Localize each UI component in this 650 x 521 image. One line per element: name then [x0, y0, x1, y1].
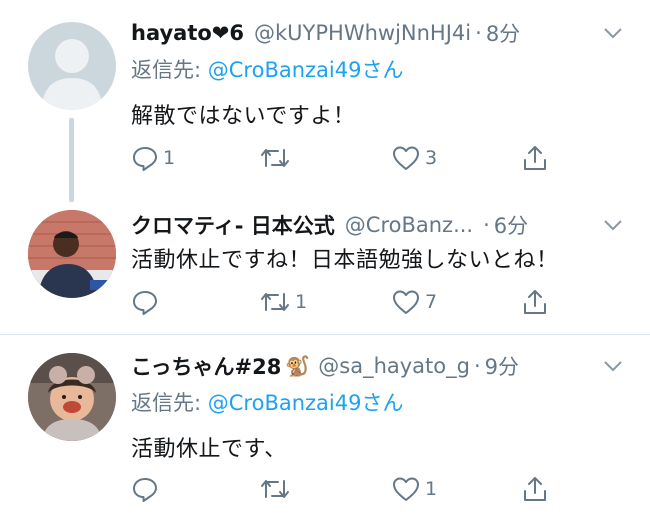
- tweet-header: hayato❤6 @kUYPHWhwjNnHJ4i · 8分: [131, 16, 630, 50]
- timestamp[interactable]: 8分: [486, 18, 520, 48]
- timestamp[interactable]: 6分: [494, 210, 528, 240]
- thread-line: [69, 118, 74, 202]
- avatar[interactable]: [28, 210, 116, 298]
- monkey-emoji-icon: 🐒: [285, 354, 311, 378]
- share-button[interactable]: [521, 142, 549, 174]
- action-bar: 1 7: [131, 286, 561, 318]
- separator-dot: ·: [475, 21, 482, 45]
- retweet-icon: [261, 480, 289, 498]
- reply-icon: [133, 147, 157, 171]
- heart-icon: [393, 290, 419, 314]
- retweet-icon: [261, 293, 289, 311]
- reply-context: 返信先: @CroBanzai49さん: [131, 387, 403, 417]
- tweet-header: こっちゃん#28 🐒 @sa_hayato_g · 9分: [131, 349, 630, 383]
- display-name[interactable]: こっちゃん#28: [131, 351, 281, 381]
- tweet-text: 活動休止ですね！日本語勉強しないとね！: [131, 248, 559, 273]
- chevron-down-icon[interactable]: [600, 212, 626, 238]
- reply-button[interactable]: 1: [131, 142, 175, 174]
- reply-context: 返信先: @CroBanzai49さん: [131, 54, 403, 84]
- reply-button[interactable]: [131, 473, 163, 505]
- like-button[interactable]: 3: [391, 142, 437, 174]
- username[interactable]: @CroBanz...: [345, 213, 473, 237]
- like-button[interactable]: 1: [391, 473, 437, 505]
- share-icon: [524, 477, 546, 501]
- username[interactable]: @kUYPHWhwjNnHJ4i: [254, 21, 471, 45]
- retweet-count: 1: [295, 291, 308, 313]
- tweet-3[interactable]: こっちゃん#28 🐒 @sa_hayato_g · 9分 返信先: @CroBa…: [0, 335, 650, 521]
- timestamp[interactable]: 9分: [485, 351, 519, 381]
- retweet-icon: [261, 149, 289, 167]
- share-button[interactable]: [521, 286, 549, 318]
- like-count: 3: [425, 147, 438, 169]
- tweet-header: クロマティ- 日本公式 @CroBanz... · 6分: [131, 208, 630, 242]
- reply-count: 1: [163, 147, 176, 169]
- tweet-1[interactable]: hayato❤6 @kUYPHWhwjNnHJ4i · 8分 返信先: @Cro…: [0, 0, 650, 202]
- heart-icon: [393, 146, 419, 170]
- action-bar: 1: [131, 473, 561, 505]
- tweet-text: 解散ではないですよ！: [131, 104, 356, 129]
- retweet-button[interactable]: [259, 142, 295, 174]
- like-button[interactable]: 7: [391, 286, 437, 318]
- reply-prefix: 返信先:: [131, 391, 208, 415]
- chevron-down-icon[interactable]: [600, 353, 626, 379]
- reply-prefix: 返信先:: [131, 58, 208, 82]
- avatar[interactable]: [28, 353, 116, 441]
- share-icon: [524, 146, 546, 170]
- profile-photo: [28, 210, 116, 298]
- tweet-text: 活動休止です、: [131, 437, 287, 462]
- like-count: 7: [425, 291, 438, 313]
- tweet-2[interactable]: クロマティ- 日本公式 @CroBanz... · 6分 活動休止ですね！日本語…: [0, 200, 650, 334]
- separator-dot: ·: [473, 354, 481, 378]
- reply-to-link[interactable]: @CroBanzai49さん: [208, 391, 404, 415]
- chevron-down-icon[interactable]: [600, 20, 626, 46]
- display-name[interactable]: クロマティ- 日本公式: [131, 210, 335, 240]
- default-avatar-icon[interactable]: [28, 22, 116, 110]
- profile-photo: [28, 353, 116, 441]
- share-button[interactable]: [521, 473, 549, 505]
- share-icon: [524, 290, 546, 314]
- reply-to-link[interactable]: @CroBanzai49さん: [208, 58, 404, 82]
- display-name[interactable]: hayato❤6: [131, 21, 244, 45]
- heart-icon: [393, 477, 419, 501]
- retweet-button[interactable]: 1: [259, 286, 307, 318]
- like-count: 1: [425, 478, 438, 500]
- reply-button[interactable]: [131, 286, 163, 318]
- reply-icon: [133, 478, 157, 502]
- action-bar: 1 3: [131, 142, 561, 174]
- separator-dot: ·: [483, 213, 490, 237]
- username[interactable]: @sa_hayato_g: [318, 354, 470, 378]
- retweet-button[interactable]: [259, 473, 295, 505]
- reply-icon: [133, 291, 157, 315]
